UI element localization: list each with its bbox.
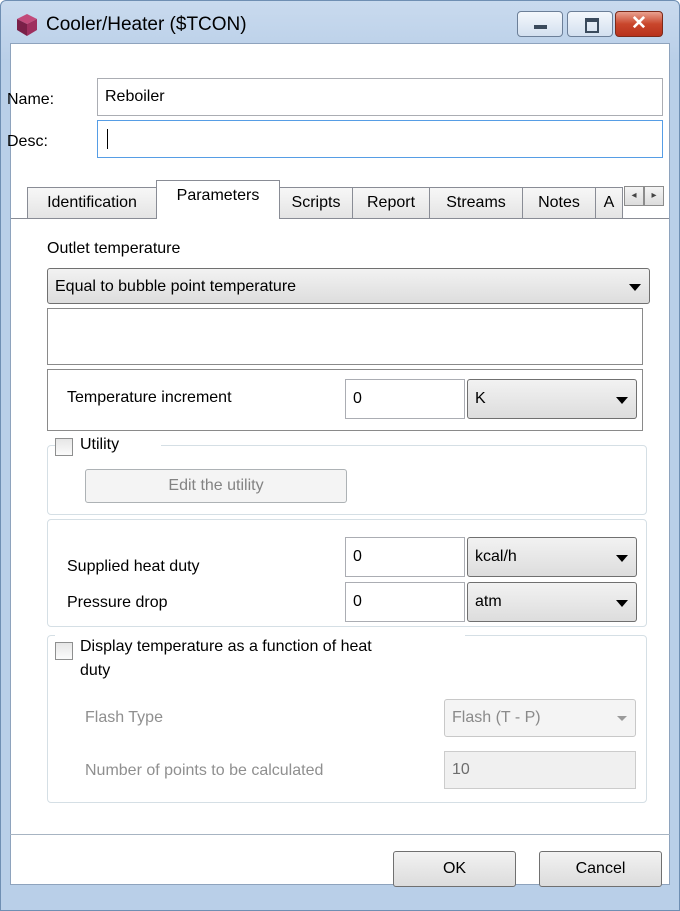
- chevron-down-icon: [629, 284, 641, 291]
- temperature-increment-label: Temperature increment: [67, 389, 232, 406]
- display-temperature-label: Display temperature as a function of hea…: [80, 638, 372, 655]
- tab-scroll-right-button[interactable]: ▸: [644, 186, 664, 206]
- pressure-drop-value: 0: [353, 593, 362, 610]
- maximize-icon: [585, 18, 599, 33]
- temperature-increment-unit: K: [475, 390, 486, 407]
- pressure-drop-unit-select[interactable]: atm: [467, 582, 637, 622]
- name-value: Reboiler: [105, 88, 165, 105]
- points-count-label: Number of points to be calculated: [85, 762, 324, 779]
- maximize-button[interactable]: [567, 11, 613, 37]
- chevron-down-icon: [617, 716, 627, 721]
- display-temperature-label-line2: duty: [80, 662, 111, 679]
- outlet-temperature-value: Equal to bubble point temperature: [55, 278, 297, 295]
- flash-type-select[interactable]: Flash (T - P): [444, 699, 636, 737]
- tab-strip: Identification Parameters Scripts Report…: [11, 180, 669, 219]
- chevron-down-icon: [616, 555, 628, 562]
- minimize-icon: [534, 25, 547, 29]
- pressure-drop-unit: atm: [475, 593, 502, 610]
- outlet-temperature-label: Outlet temperature: [47, 240, 181, 257]
- pressure-drop-label: Pressure drop: [67, 594, 168, 611]
- window-title: Cooler/Heater ($TCON): [46, 14, 247, 35]
- flash-type-value: Flash (T - P): [452, 709, 541, 726]
- temperature-increment-unit-select[interactable]: K: [467, 379, 637, 419]
- title-bar[interactable]: Cooler/Heater ($TCON) ✕: [1, 1, 679, 43]
- simulis-cube-icon: [17, 14, 37, 36]
- heat-duty-unit: kcal/h: [475, 548, 517, 565]
- heat-duty-value: 0: [353, 548, 362, 565]
- desc-label: Desc:: [7, 133, 48, 150]
- desc-field[interactable]: [97, 120, 663, 158]
- chevron-down-icon: [616, 600, 628, 607]
- dialog-client: Name: Reboiler Desc: Identification Para…: [7, 43, 670, 887]
- tab-streams[interactable]: Streams: [429, 187, 523, 218]
- heat-duty-unit-select[interactable]: kcal/h: [467, 537, 637, 577]
- tab-overflow[interactable]: A: [595, 187, 623, 218]
- utility-legend: Utility: [55, 435, 161, 457]
- name-field[interactable]: Reboiler: [97, 78, 663, 116]
- flash-type-label: Flash Type: [85, 709, 163, 726]
- points-count-value: 10: [452, 761, 470, 778]
- tab-scroll-left-button[interactable]: ◂: [624, 186, 644, 206]
- points-count-input[interactable]: 10: [444, 751, 636, 789]
- temperature-increment-input[interactable]: 0: [345, 379, 465, 419]
- cancel-button[interactable]: Cancel: [539, 851, 662, 887]
- minimize-button[interactable]: [517, 11, 563, 37]
- ok-button[interactable]: OK: [393, 851, 516, 887]
- footer-divider: [10, 834, 670, 835]
- display-temperature-checkbox[interactable]: [55, 642, 73, 660]
- close-icon: ✕: [631, 13, 647, 34]
- temperature-profile-legend: Display temperature as a function of hea…: [55, 633, 465, 683]
- close-button[interactable]: ✕: [615, 11, 663, 37]
- parameters-panel: Outlet temperature Equal to bubble point…: [15, 219, 665, 834]
- chevron-down-icon: [616, 397, 628, 404]
- utility-label: Utility: [80, 436, 120, 453]
- outlet-details-box: [47, 308, 643, 365]
- edit-utility-button[interactable]: Edit the utility: [85, 469, 347, 503]
- utility-checkbox[interactable]: [55, 438, 73, 456]
- name-label: Name:: [7, 91, 55, 108]
- tab-notes[interactable]: Notes: [522, 187, 596, 218]
- temperature-increment-value: 0: [353, 390, 362, 407]
- heat-duty-label: Supplied heat duty: [67, 558, 200, 575]
- outlet-temperature-select[interactable]: Equal to bubble point temperature: [47, 268, 650, 304]
- heat-duty-input[interactable]: 0: [345, 537, 465, 577]
- tab-parameters[interactable]: Parameters: [156, 180, 280, 219]
- tab-identification[interactable]: Identification: [27, 187, 157, 218]
- pressure-drop-input[interactable]: 0: [345, 582, 465, 622]
- dialog-window: Cooler/Heater ($TCON) ✕ Name: Reboiler D…: [0, 0, 680, 911]
- tab-scripts[interactable]: Scripts: [279, 187, 353, 218]
- tab-report[interactable]: Report: [352, 187, 430, 218]
